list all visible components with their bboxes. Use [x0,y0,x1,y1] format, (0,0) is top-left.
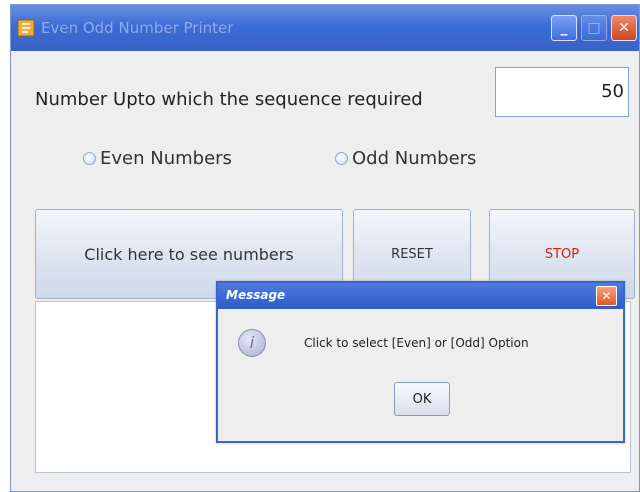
maximize-icon: □ [587,20,601,36]
dialog-title: Message [226,288,286,302]
number-input[interactable]: 50 [495,67,629,117]
number-prompt-label: Number Upto which the sequence required [35,89,423,110]
dialog-close-button[interactable]: ✕ [596,286,617,306]
radio-circle-icon[interactable] [83,151,96,165]
close-button[interactable]: ✕ [611,15,637,41]
dialog-message: Click to select [Even] or [Odd] Option [304,336,529,350]
title-bar[interactable]: Even Odd Number Printer _ □ ✕ [11,5,639,51]
maximize-button[interactable]: □ [581,15,607,41]
java-app-icon [17,19,35,37]
close-icon: ✕ [618,20,630,36]
dialog-title-bar[interactable]: Message ✕ [218,283,623,309]
info-icon: i [238,329,266,357]
minimize-button[interactable]: _ [551,15,577,41]
minimize-icon: _ [560,20,568,36]
radio-circle-icon[interactable] [335,151,348,165]
even-numbers-label[interactable]: Even Numbers [100,148,232,169]
message-dialog: Message ✕ i Click to select [Even] or [O… [216,281,625,443]
ok-button[interactable]: OK [394,382,450,416]
close-icon: ✕ [601,289,612,303]
window-title: Even Odd Number Printer [41,19,234,37]
even-numbers-radio[interactable]: Even Numbers [83,145,232,171]
odd-numbers-label[interactable]: Odd Numbers [352,148,476,169]
odd-numbers-radio[interactable]: Odd Numbers [335,145,476,171]
